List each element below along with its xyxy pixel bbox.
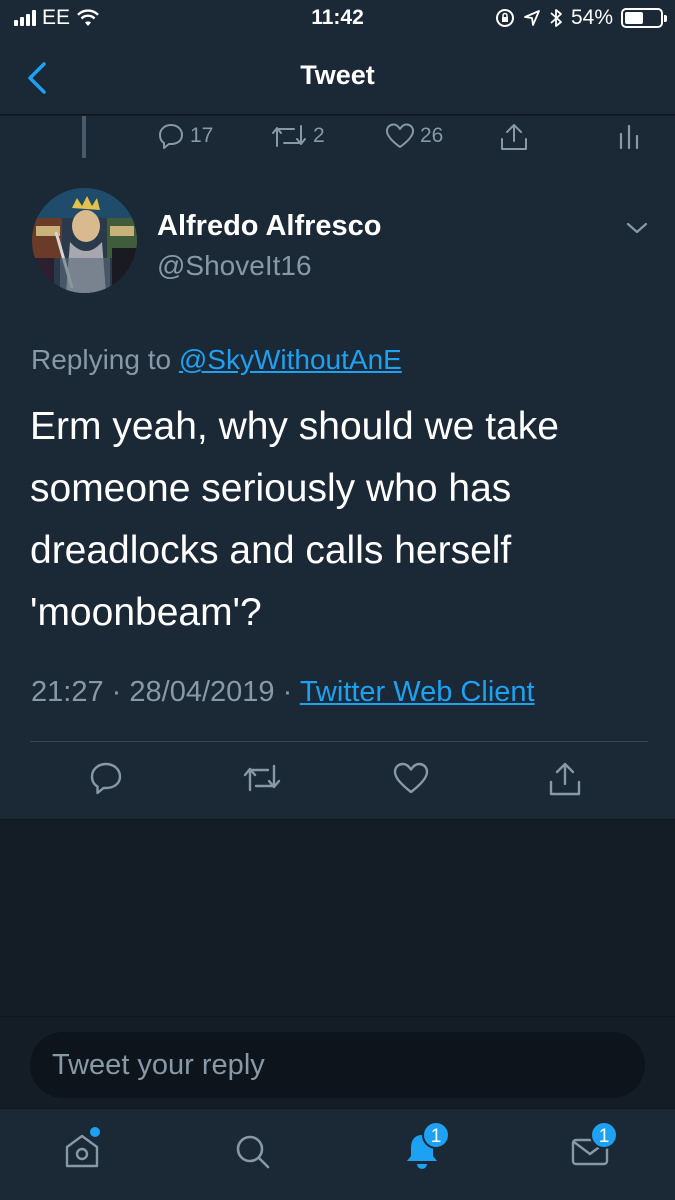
display-name[interactable]: Alfredo Alfresco (157, 210, 382, 243)
tweet-date: 28/04/2019 (129, 676, 275, 708)
battery-percent: 54% (570, 6, 613, 29)
tweet-time: 21:27 (31, 676, 104, 708)
previous-tweet-actions: 17 2 26 (0, 116, 675, 160)
tweet-client-link[interactable]: Twitter Web Client (300, 676, 535, 708)
divider (30, 741, 648, 742)
reply-icon[interactable] (89, 761, 123, 795)
header: EE 11:42 54% Tweet (0, 0, 675, 115)
battery-icon (621, 8, 667, 28)
replying-to-handle-link[interactable]: @SkyWithoutAnE (179, 344, 402, 375)
previous-reply-button[interactable]: 17 (157, 122, 213, 150)
previous-like-count: 26 (420, 124, 444, 147)
search-icon (236, 1135, 270, 1169)
analytics-icon (619, 124, 639, 150)
previous-like-button[interactable]: 26 (385, 122, 443, 150)
home-new-indicator (90, 1127, 100, 1137)
user-handle[interactable]: @ShoveIt16 (157, 250, 312, 282)
chevron-down-icon[interactable] (625, 220, 649, 236)
location-icon (524, 10, 540, 26)
tab-bar: 1 1 (0, 1108, 675, 1200)
avatar[interactable] (32, 188, 137, 293)
heart-icon (386, 123, 414, 148)
reply-icon (159, 124, 183, 149)
meta-separator: · (282, 676, 293, 708)
tweet-detail: 17 2 26 Alfredo Alfresco @ShoveIt16 Repl… (0, 116, 675, 820)
tweet-text: Erm yeah, why should we take someone ser… (30, 405, 559, 634)
retweet-icon[interactable] (242, 761, 282, 795)
replying-to: Replying to @SkyWithoutAnE (31, 344, 402, 376)
tab-home[interactable] (62, 1127, 110, 1179)
retweet-icon (272, 125, 306, 147)
battery-fill (625, 12, 644, 24)
avatar-image (32, 188, 137, 293)
reply-input[interactable] (30, 1032, 645, 1098)
replying-to-label: Replying to (31, 344, 172, 375)
previous-reply-count: 17 (190, 124, 214, 147)
messages-badge: 1 (590, 1121, 618, 1149)
previous-retweet-button[interactable]: 2 (270, 122, 325, 150)
status-bar: EE 11:42 54% (0, 0, 675, 38)
page-title: Tweet (300, 60, 375, 90)
tab-notifications[interactable]: 1 (402, 1121, 450, 1179)
bluetooth-icon (550, 9, 562, 27)
orientation-lock-icon (495, 9, 514, 27)
home-icon (65, 1134, 99, 1168)
share-icon[interactable] (547, 761, 583, 797)
reply-composer (0, 1016, 675, 1108)
share-icon (501, 124, 527, 150)
navigation-bar: Tweet (0, 40, 675, 112)
status-right: 54% (495, 6, 667, 30)
heart-icon[interactable] (393, 761, 429, 795)
tab-messages[interactable]: 1 (570, 1121, 618, 1179)
tweet-actions (0, 761, 675, 801)
notifications-badge: 1 (422, 1121, 450, 1149)
previous-analytics-button[interactable] (617, 122, 641, 150)
previous-share-button[interactable] (499, 122, 529, 152)
tweet-metadata: 21:27 · 28/04/2019 · Twitter Web Client (31, 676, 535, 709)
previous-retweet-count: 2 (313, 124, 325, 147)
meta-separator: · (111, 676, 122, 708)
tab-search[interactable] (232, 1131, 280, 1179)
